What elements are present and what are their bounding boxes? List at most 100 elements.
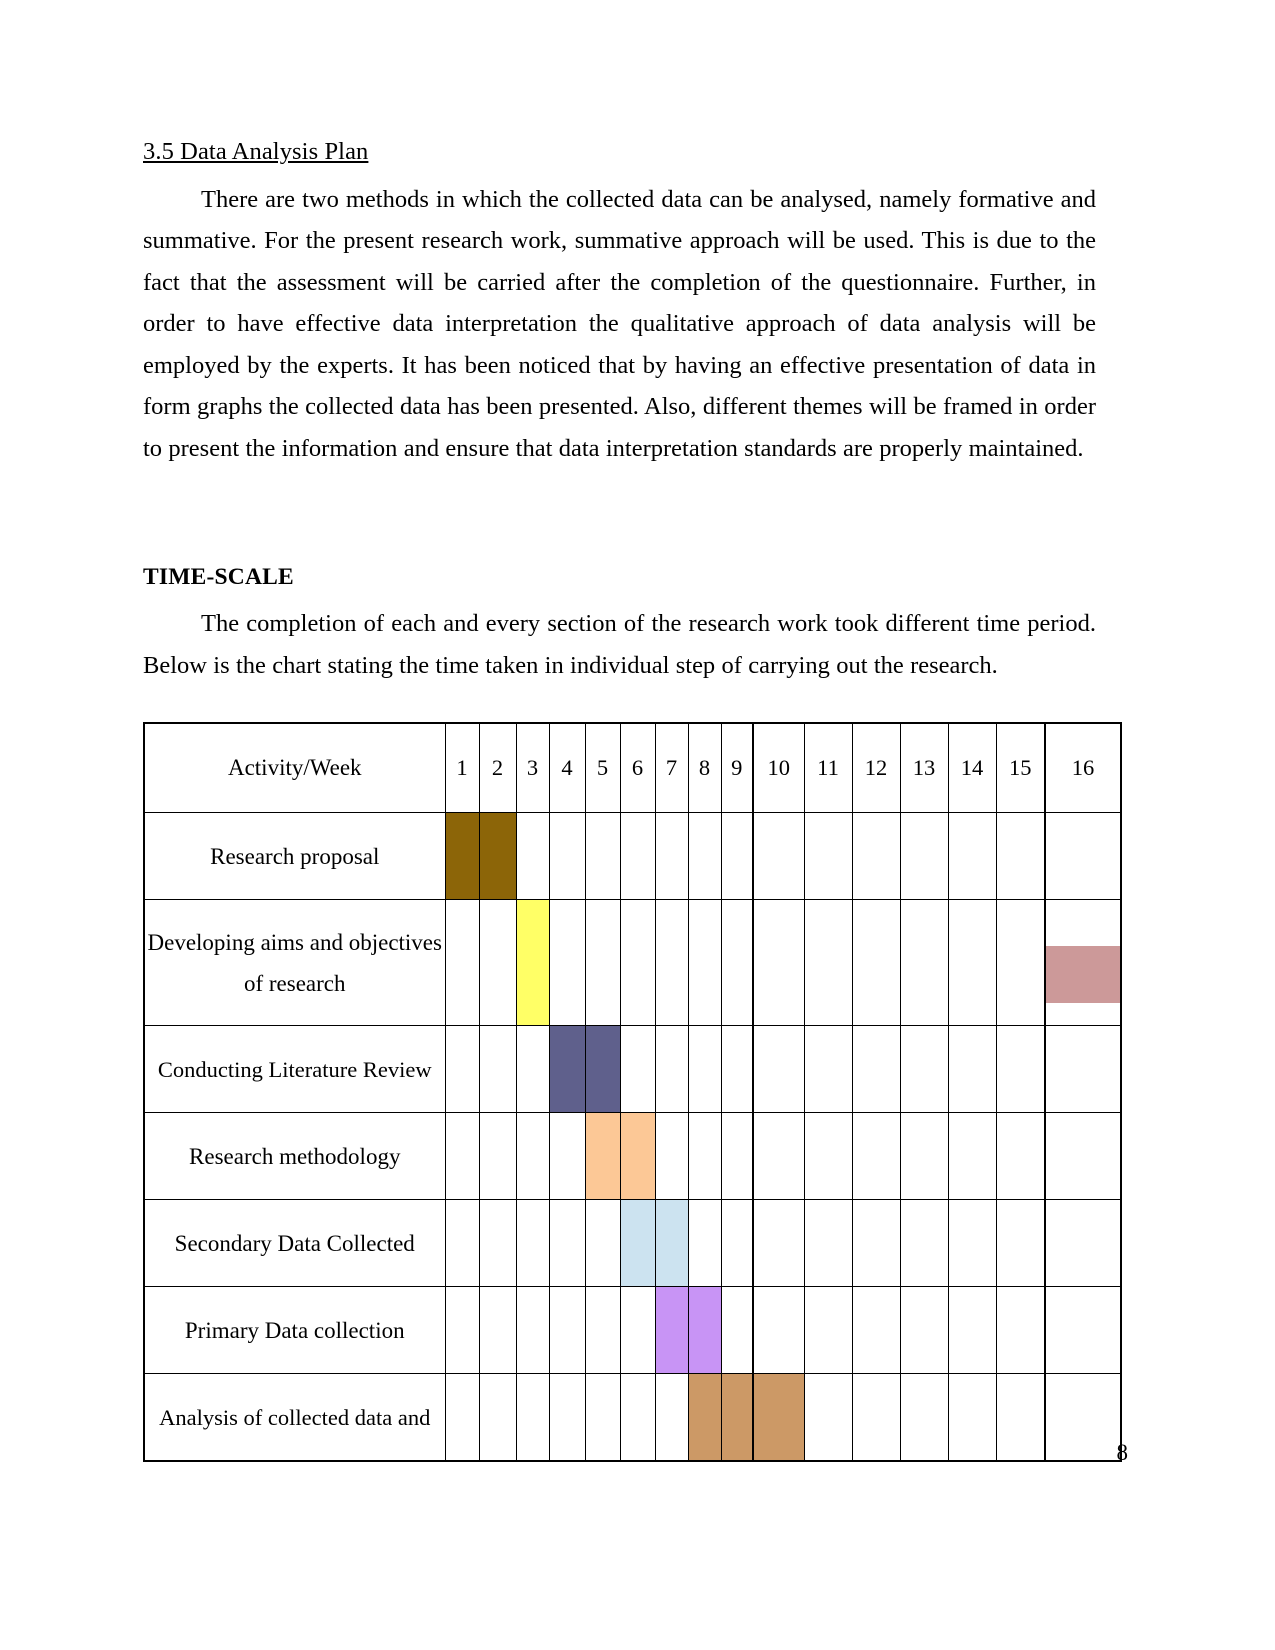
gantt-empty-cell [584, 899, 621, 1026]
gantt-empty-cell [899, 812, 949, 900]
gantt-empty-cell [995, 1286, 1046, 1374]
gantt-empty-cell [803, 1112, 853, 1200]
gantt-bar-cell [720, 1373, 754, 1462]
gantt-empty-cell [444, 1373, 480, 1462]
gantt-bar-segment [549, 1026, 585, 1112]
gantt-header-week-13: 13 [899, 722, 949, 813]
paragraph-data-analysis: There are two methods in which the colle… [143, 179, 1096, 470]
gantt-bar-cell [619, 1199, 656, 1287]
gantt-empty-cell [515, 1286, 550, 1374]
gantt-empty-cell [995, 1373, 1046, 1462]
gantt-empty-cell [654, 899, 689, 1026]
gantt-empty-cell [995, 1025, 1046, 1113]
gantt-table-body: Research proposal Developing aims and obj… [143, 812, 1122, 1462]
gantt-empty-cell [1044, 1199, 1122, 1287]
gantt-bar-cell [1044, 899, 1122, 1026]
gantt-empty-cell [899, 899, 949, 1026]
gantt-empty-cell [995, 1199, 1046, 1287]
gantt-empty-cell [899, 1112, 949, 1200]
gantt-empty-cell [947, 899, 997, 1026]
gantt-bar-segment [516, 900, 549, 1025]
gantt-row: Secondary Data Collected [143, 1199, 1122, 1287]
gantt-row: Primary Data collection [143, 1286, 1122, 1374]
gantt-bar-segment [620, 1113, 655, 1199]
gantt-empty-cell [803, 899, 853, 1026]
gantt-activity-label: Research proposal [143, 812, 446, 900]
gantt-empty-cell [720, 899, 754, 1026]
gantt-bar-segment [585, 1026, 620, 1112]
gantt-bar-cell [515, 899, 550, 1026]
gantt-empty-cell [1044, 812, 1122, 900]
gantt-empty-cell [947, 1112, 997, 1200]
gantt-empty-cell [548, 1199, 586, 1287]
gantt-header-week-2: 2 [478, 722, 517, 813]
gantt-bar-cell [548, 1025, 586, 1113]
gantt-empty-cell [654, 1373, 689, 1462]
gantt-header-week-15: 15 [995, 722, 1046, 813]
gantt-row: Research methodology [143, 1112, 1122, 1200]
gantt-empty-cell [851, 1199, 901, 1287]
timescale-heading: TIME-SCALE [143, 564, 294, 590]
gantt-header-week-4: 4 [548, 722, 586, 813]
document-body: 3.5 Data Analysis Plan There are two met… [143, 138, 1096, 686]
gantt-bar-segment [1046, 945, 1120, 1004]
gantt-empty-cell [752, 899, 805, 1026]
gantt-bar-segment [445, 813, 479, 899]
gantt-empty-cell [851, 1112, 901, 1200]
gantt-header-week-10: 10 [752, 722, 805, 813]
gantt-empty-cell [899, 1286, 949, 1374]
gantt-bar-segment [688, 1287, 721, 1373]
gantt-header-week-5: 5 [584, 722, 621, 813]
gantt-empty-cell [584, 1199, 621, 1287]
gantt-header-week-8: 8 [687, 722, 722, 813]
gantt-chart-container: Activity/Week 1 2 3 4 5 6 7 8 9 10 11 12 13 14 15 16 Res… [143, 722, 1122, 1462]
section-heading: 3.5 Data Analysis Plan [143, 138, 369, 165]
gantt-row: Conducting Literature Review [143, 1025, 1122, 1113]
gantt-row: Research proposal [143, 812, 1122, 900]
gantt-bar-cell [752, 1373, 805, 1462]
gantt-empty-cell [851, 899, 901, 1026]
gantt-activity-label: Secondary Data Collected [143, 1199, 446, 1287]
gantt-empty-cell [752, 1286, 805, 1374]
gantt-empty-cell [515, 812, 550, 900]
gantt-empty-cell [515, 1025, 550, 1113]
gantt-empty-cell [803, 1373, 853, 1462]
gantt-bar-segment [688, 1374, 721, 1460]
gantt-header-activity: Activity/Week [143, 722, 446, 813]
vertical-spacer [143, 469, 1096, 564]
gantt-empty-cell [654, 1025, 689, 1113]
gantt-empty-cell [1044, 1112, 1122, 1200]
gantt-bar-cell [584, 1112, 621, 1200]
gantt-empty-cell [720, 812, 754, 900]
gantt-bar-cell [687, 1373, 722, 1462]
gantt-bar-segment [655, 1287, 688, 1373]
gantt-bar-segment [721, 1374, 752, 1460]
gantt-empty-cell [720, 1112, 754, 1200]
gantt-empty-cell [947, 812, 997, 900]
gantt-activity-label: Primary Data collection [143, 1286, 446, 1374]
gantt-empty-cell [752, 1025, 805, 1113]
gantt-empty-cell [548, 812, 586, 900]
gantt-header-week-7: 7 [654, 722, 689, 813]
gantt-empty-cell [444, 1025, 480, 1113]
gantt-empty-cell [654, 812, 689, 900]
gantt-bar-cell [478, 812, 517, 900]
gantt-empty-cell [687, 899, 722, 1026]
gantt-empty-cell [687, 1199, 722, 1287]
gantt-empty-cell [947, 1373, 997, 1462]
gantt-empty-cell [584, 1373, 621, 1462]
gantt-table: Activity/Week 1 2 3 4 5 6 7 8 9 10 11 12 13 14 15 16 Res… [143, 722, 1122, 1462]
gantt-empty-cell [803, 1286, 853, 1374]
gantt-bar-segment [655, 1200, 688, 1286]
gantt-empty-cell [1044, 1025, 1122, 1113]
page-number: 8 [1116, 1440, 1129, 1465]
gantt-bar-cell [654, 1199, 689, 1287]
gantt-header-week-16: 16 [1044, 722, 1122, 813]
gantt-empty-cell [584, 1286, 621, 1374]
gantt-empty-cell [995, 1112, 1046, 1200]
gantt-bar-cell [654, 1286, 689, 1374]
gantt-empty-cell [515, 1199, 550, 1287]
gantt-header-week-14: 14 [947, 722, 997, 813]
gantt-header-week-11: 11 [803, 722, 853, 813]
document-page: 3.5 Data Analysis Plan There are two met… [0, 0, 1275, 1650]
